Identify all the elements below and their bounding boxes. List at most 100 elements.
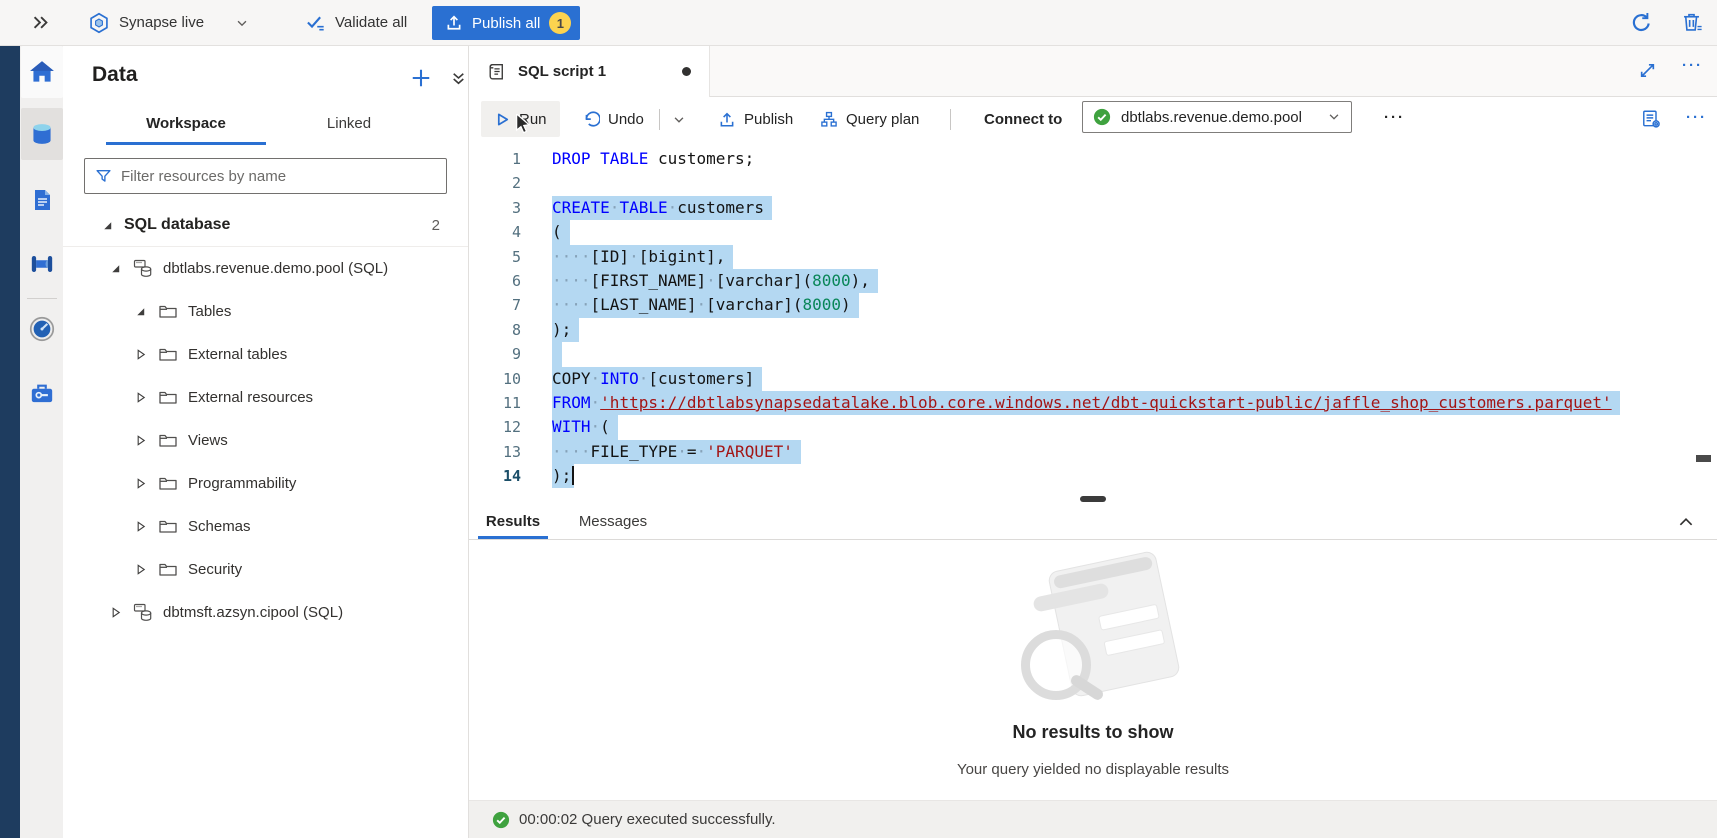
refresh-icon[interactable] [1630,11,1653,34]
editor-toolbar: Run Undo Publish [469,97,1717,142]
mode-selector-synapse-live[interactable]: Synapse live [88,0,249,45]
collapse-results-chevron-icon[interactable] [1677,513,1695,531]
nav-develop[interactable] [21,174,63,226]
toolbar-more-icon[interactable]: ··· [1384,109,1405,126]
tree-item-schemas[interactable]: Schemas [63,505,468,548]
code-line-2[interactable]: 2 [469,171,1717,195]
tree-item-dbtmsft-azsyn-cipool-sql[interactable]: dbtmsft.azsyn.cipool (SQL) [63,591,468,634]
validate-all-button[interactable]: Validate all [305,0,407,45]
expand-editor-icon[interactable] [1638,61,1657,80]
tree-item-sql-database[interactable]: SQL database2 [63,204,468,247]
tree-item-programmability[interactable]: Programmability [63,462,468,505]
toolbar-right-more-icon[interactable]: ··· [1686,109,1707,126]
caret-collapsed-icon[interactable] [107,606,123,619]
folder-icon [157,475,179,492]
resource-tree: SQL database2dbtlabs.revenue.demo.pool (… [63,204,468,634]
code-line-3[interactable]: 3CREATE·TABLE·customers [469,196,1717,220]
tree-item-label: Programmability [188,475,296,492]
code-line-8[interactable]: 8); [469,318,1717,342]
view-settings-icon[interactable] [1641,109,1661,129]
caret-collapsed-icon[interactable] [132,477,148,490]
code-line-9[interactable]: 9 [469,342,1717,366]
chevrons-right-icon[interactable] [31,13,50,32]
sql-script-icon [486,61,507,82]
caret-expanded-icon[interactable] [107,262,123,275]
sql-code-editor[interactable]: 1DROP TABLE customers;23CREATE·TABLE·cus… [469,142,1717,493]
pool-selector-dropdown[interactable]: dbtlabs.revenue.demo.pool [1082,101,1352,133]
publish-button[interactable]: Publish [718,97,793,142]
caret-expanded-icon[interactable] [99,219,115,232]
code-line-14[interactable]: 14); [469,464,1717,488]
line-number: 4 [469,220,521,244]
code-line-13[interactable]: 13····FILE_TYPE·=·'PARQUET' [469,440,1717,464]
tree-item-tables[interactable]: Tables [63,290,468,333]
unsaved-changes-dot [682,67,691,76]
tab-strip-more-icon[interactable]: ··· [1682,57,1703,74]
filter-resources-input[interactable]: Filter resources by name [84,158,447,194]
results-body: No results to show Your query yielded no… [469,540,1717,800]
item-count-badge: 2 [432,217,468,234]
results-header: Results Messages [469,504,1717,540]
nav-integrate[interactable] [21,238,63,290]
tab-messages-label: Messages [579,513,647,530]
home-icon [27,57,57,87]
undo-button[interactable]: Undo [582,97,644,142]
data-explorer-panel: Data Workspace Linked Filter resources b… [63,46,469,838]
tab-workspace[interactable]: Workspace [106,104,266,142]
tree-item-security[interactable]: Security [63,548,468,591]
caret-collapsed-icon[interactable] [132,434,148,447]
gauge-icon [27,314,57,344]
undo-dropdown-chevron-icon[interactable] [672,113,686,127]
query-plan-button[interactable]: Query plan [820,97,919,142]
code-line-5[interactable]: 5····[ID]·[bigint], [469,245,1717,269]
nav-data[interactable] [21,108,63,160]
tab-sql-script-1[interactable]: SQL script 1 [469,46,710,97]
caret-collapsed-icon[interactable] [132,348,148,361]
tab-workspace-label: Workspace [146,115,226,132]
code-line-6[interactable]: 6····[FIRST_NAME]·[varchar](8000), [469,269,1717,293]
results-splitter[interactable] [469,493,1717,504]
code-line-10[interactable]: 10COPY·INTO·[customers] [469,367,1717,391]
tree-item-external-resources[interactable]: External resources [63,376,468,419]
query-plan-label: Query plan [846,111,919,128]
filter-placeholder: Filter resources by name [121,168,286,185]
caret-collapsed-icon[interactable] [132,563,148,576]
results-tab-underline [478,536,548,539]
nav-home[interactable] [21,46,63,98]
tree-item-external-tables[interactable]: External tables [63,333,468,376]
code-line-11[interactable]: 11FROM·'https://dbtlabsynapsedatalake.bl… [469,391,1717,415]
tab-results[interactable]: Results [482,504,544,539]
caret-collapsed-icon[interactable] [132,520,148,533]
code-line-4[interactable]: 4( [469,220,1717,244]
rail-accent-strip [0,46,20,838]
add-resource-icon[interactable] [410,67,432,89]
top-command-bar: Synapse live Validate all Publish all 1 [0,0,1717,46]
undo-label: Undo [608,111,644,128]
folder-icon [157,346,179,363]
discard-trash-icon[interactable] [1680,11,1703,34]
tab-linked[interactable]: Linked [289,104,409,142]
database-cylinder-icon [27,119,57,149]
code-line-7[interactable]: 7····[LAST_NAME]·[varchar](8000) [469,293,1717,317]
toolbar-separator [659,109,660,130]
tree-item-label: Security [188,561,242,578]
code-line-12[interactable]: 12WITH·( [469,415,1717,439]
tab-title: SQL script 1 [518,63,606,80]
nav-manage[interactable] [21,367,63,419]
tree-item-views[interactable]: Views [63,419,468,462]
nav-monitor[interactable] [21,303,63,355]
pipeline-icon [27,249,57,279]
splitter-handle[interactable] [1080,496,1106,502]
scrollbar-cursor-marker[interactable] [1696,455,1711,462]
line-number: 5 [469,245,521,269]
publish-all-button[interactable]: Publish all 1 [432,6,580,40]
code-line-1[interactable]: 1DROP TABLE customers; [469,147,1717,171]
query-plan-icon [820,111,838,129]
synapse-studio-window: Synapse live Validate all Publish all 1 [0,0,1717,838]
caret-expanded-icon[interactable] [132,305,148,318]
double-chevron-down-icon[interactable] [450,70,467,87]
caret-collapsed-icon[interactable] [132,391,148,404]
publish-count-badge: 1 [549,12,571,34]
tab-messages[interactable]: Messages [573,504,653,539]
tree-item-dbtlabs-revenue-demo-pool-sql[interactable]: dbtlabs.revenue.demo.pool (SQL) [63,247,468,290]
